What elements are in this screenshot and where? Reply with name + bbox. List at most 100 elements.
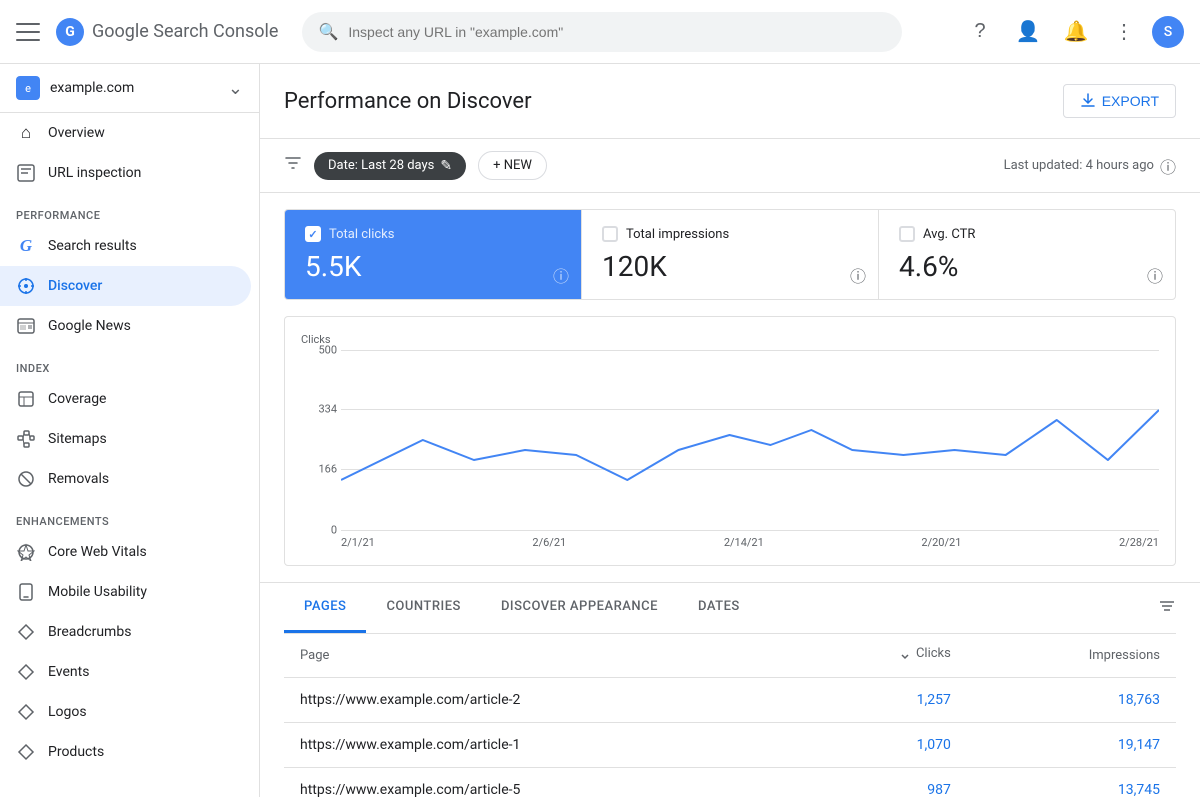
sidebar-item-events[interactable]: Events — [0, 652, 251, 692]
enhancements-section-label: Enhancements — [0, 499, 259, 532]
tab-pages[interactable]: PAGES — [284, 583, 366, 633]
date-filter-chip[interactable]: Date: Last 28 days ✎ — [314, 152, 466, 180]
sort-icon — [898, 647, 912, 661]
metric-card-total-impressions[interactable]: Total impressions 120K ⓘ — [582, 210, 879, 299]
coverage-icon — [16, 389, 36, 409]
index-section-label: Index — [0, 346, 259, 379]
clicks-cell: 1,257 — [795, 677, 967, 722]
tabs-section: PAGES COUNTRIES DISCOVER APPEARANCE DATE… — [260, 582, 1200, 634]
sidebar-item-events-label: Events — [48, 664, 89, 680]
tab-dates[interactable]: DATES — [678, 583, 760, 633]
total-impressions-checkbox[interactable] — [602, 226, 618, 242]
sidebar-item-products-label: Products — [48, 744, 104, 760]
chart-x-labels: 2/1/21 2/6/21 2/14/21 2/20/21 2/28/21 — [301, 530, 1159, 549]
sidebar-item-coverage-label: Coverage — [48, 391, 106, 407]
tab-countries[interactable]: COUNTRIES — [366, 583, 481, 633]
google-news-icon — [16, 316, 36, 336]
impressions-cell: 18,763 — [967, 677, 1176, 722]
sidebar-item-breadcrumbs-label: Breadcrumbs — [48, 624, 131, 640]
total-clicks-help-icon[interactable]: ⓘ — [553, 263, 569, 287]
logos-icon — [16, 702, 36, 722]
removals-icon — [16, 469, 36, 489]
sidebar-item-products[interactable]: Products — [0, 732, 251, 772]
property-icon: e — [16, 76, 40, 100]
sidebar-item-logos[interactable]: Logos — [0, 692, 251, 732]
sidebar-item-search-results[interactable]: Search results — [0, 226, 251, 266]
sidebar-item-breadcrumbs[interactable]: Breadcrumbs — [0, 612, 251, 652]
avg-ctr-value: 4.6% — [899, 250, 1155, 283]
table-filter-icon[interactable] — [1158, 585, 1176, 632]
sidebar-item-sitemaps-label: Sitemaps — [48, 431, 107, 447]
total-clicks-label: Total clicks — [329, 227, 394, 242]
url-cell: https://www.example.com/article-1 — [284, 722, 795, 767]
chart-x-label-5: 2/28/21 — [1119, 536, 1159, 549]
google-logo-icon: G — [56, 18, 84, 46]
chart-y-label: Clicks — [301, 333, 1159, 346]
mobile-usability-icon — [16, 582, 36, 602]
col-impressions-header: Impressions — [967, 634, 1176, 677]
new-filter-button[interactable]: + NEW — [478, 151, 547, 180]
avg-ctr-help-icon[interactable]: ⓘ — [1147, 263, 1163, 287]
total-impressions-help-icon[interactable]: ⓘ — [850, 263, 866, 287]
core-web-vitals-icon — [16, 542, 36, 562]
clicks-cell: 987 — [795, 767, 967, 797]
filter-bar: Date: Last 28 days ✎ + NEW Last updated:… — [260, 139, 1200, 193]
notifications-icon-button[interactable]: 🔔 — [1056, 12, 1096, 52]
sidebar: e example.com ⌄ Overview URL inspection … — [0, 64, 260, 797]
chart-area: 500 334 166 0 — [301, 350, 1159, 530]
url-cell: https://www.example.com/article-5 — [284, 767, 795, 797]
metrics-section: Total clicks 5.5K ⓘ Total impressions 12… — [260, 193, 1200, 300]
property-selector[interactable]: e example.com ⌄ — [0, 64, 259, 113]
accounts-icon-button[interactable]: 👤 — [1008, 12, 1048, 52]
sidebar-item-overview[interactable]: Overview — [0, 113, 251, 153]
chart-section: Clicks 500 334 166 0 — [260, 300, 1200, 582]
products-icon — [16, 742, 36, 762]
property-name: example.com — [50, 80, 228, 96]
chart-x-label-1: 2/1/21 — [341, 536, 375, 549]
avg-ctr-label: Avg. CTR — [923, 227, 975, 242]
avatar[interactable]: S — [1152, 16, 1184, 48]
col-clicks-header[interactable]: Clicks — [795, 634, 967, 677]
header-icons: ? 👤 🔔 ⋮ S — [960, 12, 1184, 52]
chart-svg — [341, 350, 1159, 530]
sitemaps-icon — [16, 429, 36, 449]
table-row[interactable]: https://www.example.com/article-2 1,257 … — [284, 677, 1176, 722]
table-row[interactable]: https://www.example.com/article-5 987 13… — [284, 767, 1176, 797]
sidebar-item-coverage[interactable]: Coverage — [0, 379, 251, 419]
search-results-icon — [16, 236, 36, 256]
avg-ctr-checkbox[interactable] — [899, 226, 915, 242]
filter-icon[interactable] — [284, 154, 302, 177]
sidebar-item-removals-label: Removals — [48, 471, 109, 487]
menu-icon[interactable] — [16, 23, 40, 41]
metrics-cards: Total clicks 5.5K ⓘ Total impressions 12… — [284, 209, 1176, 300]
tab-discover-appearance[interactable]: DISCOVER APPEARANCE — [481, 583, 678, 633]
page-header: Performance on Discover EXPORT — [260, 64, 1200, 139]
last-updated-help-icon[interactable]: ⓘ — [1160, 154, 1176, 178]
total-clicks-checkbox[interactable] — [305, 226, 321, 242]
help-icon-button[interactable]: ? — [960, 12, 1000, 52]
sidebar-item-core-web-vitals[interactable]: Core Web Vitals — [0, 532, 251, 572]
sidebar-item-mobile-usability[interactable]: Mobile Usability — [0, 572, 251, 612]
chart-x-label-4: 2/20/21 — [921, 536, 961, 549]
sidebar-item-sitemaps[interactable]: Sitemaps — [0, 419, 251, 459]
table-row[interactable]: https://www.example.com/article-1 1,070 … — [284, 722, 1176, 767]
sidebar-item-url-inspection[interactable]: URL inspection — [0, 153, 251, 193]
chart-container: Clicks 500 334 166 0 — [284, 316, 1176, 566]
sidebar-item-search-results-label: Search results — [48, 238, 137, 254]
table-body: https://www.example.com/article-2 1,257 … — [284, 677, 1176, 797]
data-table: Page Clicks Impressions — [284, 634, 1176, 797]
apps-icon-button[interactable]: ⋮ — [1104, 12, 1144, 52]
search-input[interactable] — [348, 24, 886, 40]
sidebar-item-overview-label: Overview — [48, 125, 105, 141]
metric-card-total-clicks[interactable]: Total clicks 5.5K ⓘ — [285, 210, 582, 299]
metric-card-avg-ctr[interactable]: Avg. CTR 4.6% ⓘ — [879, 210, 1175, 299]
content-area: Performance on Discover EXPORT Date: Las… — [260, 64, 1200, 797]
tabs: PAGES COUNTRIES DISCOVER APPEARANCE DATE… — [284, 583, 1176, 634]
export-button[interactable]: EXPORT — [1063, 84, 1176, 118]
breadcrumbs-icon — [16, 622, 36, 642]
home-icon — [16, 123, 36, 143]
sidebar-item-discover[interactable]: Discover — [0, 266, 251, 306]
sidebar-item-removals[interactable]: Removals — [0, 459, 251, 499]
sidebar-item-google-news[interactable]: Google News — [0, 306, 251, 346]
search-bar[interactable]: 🔍 — [302, 12, 902, 52]
